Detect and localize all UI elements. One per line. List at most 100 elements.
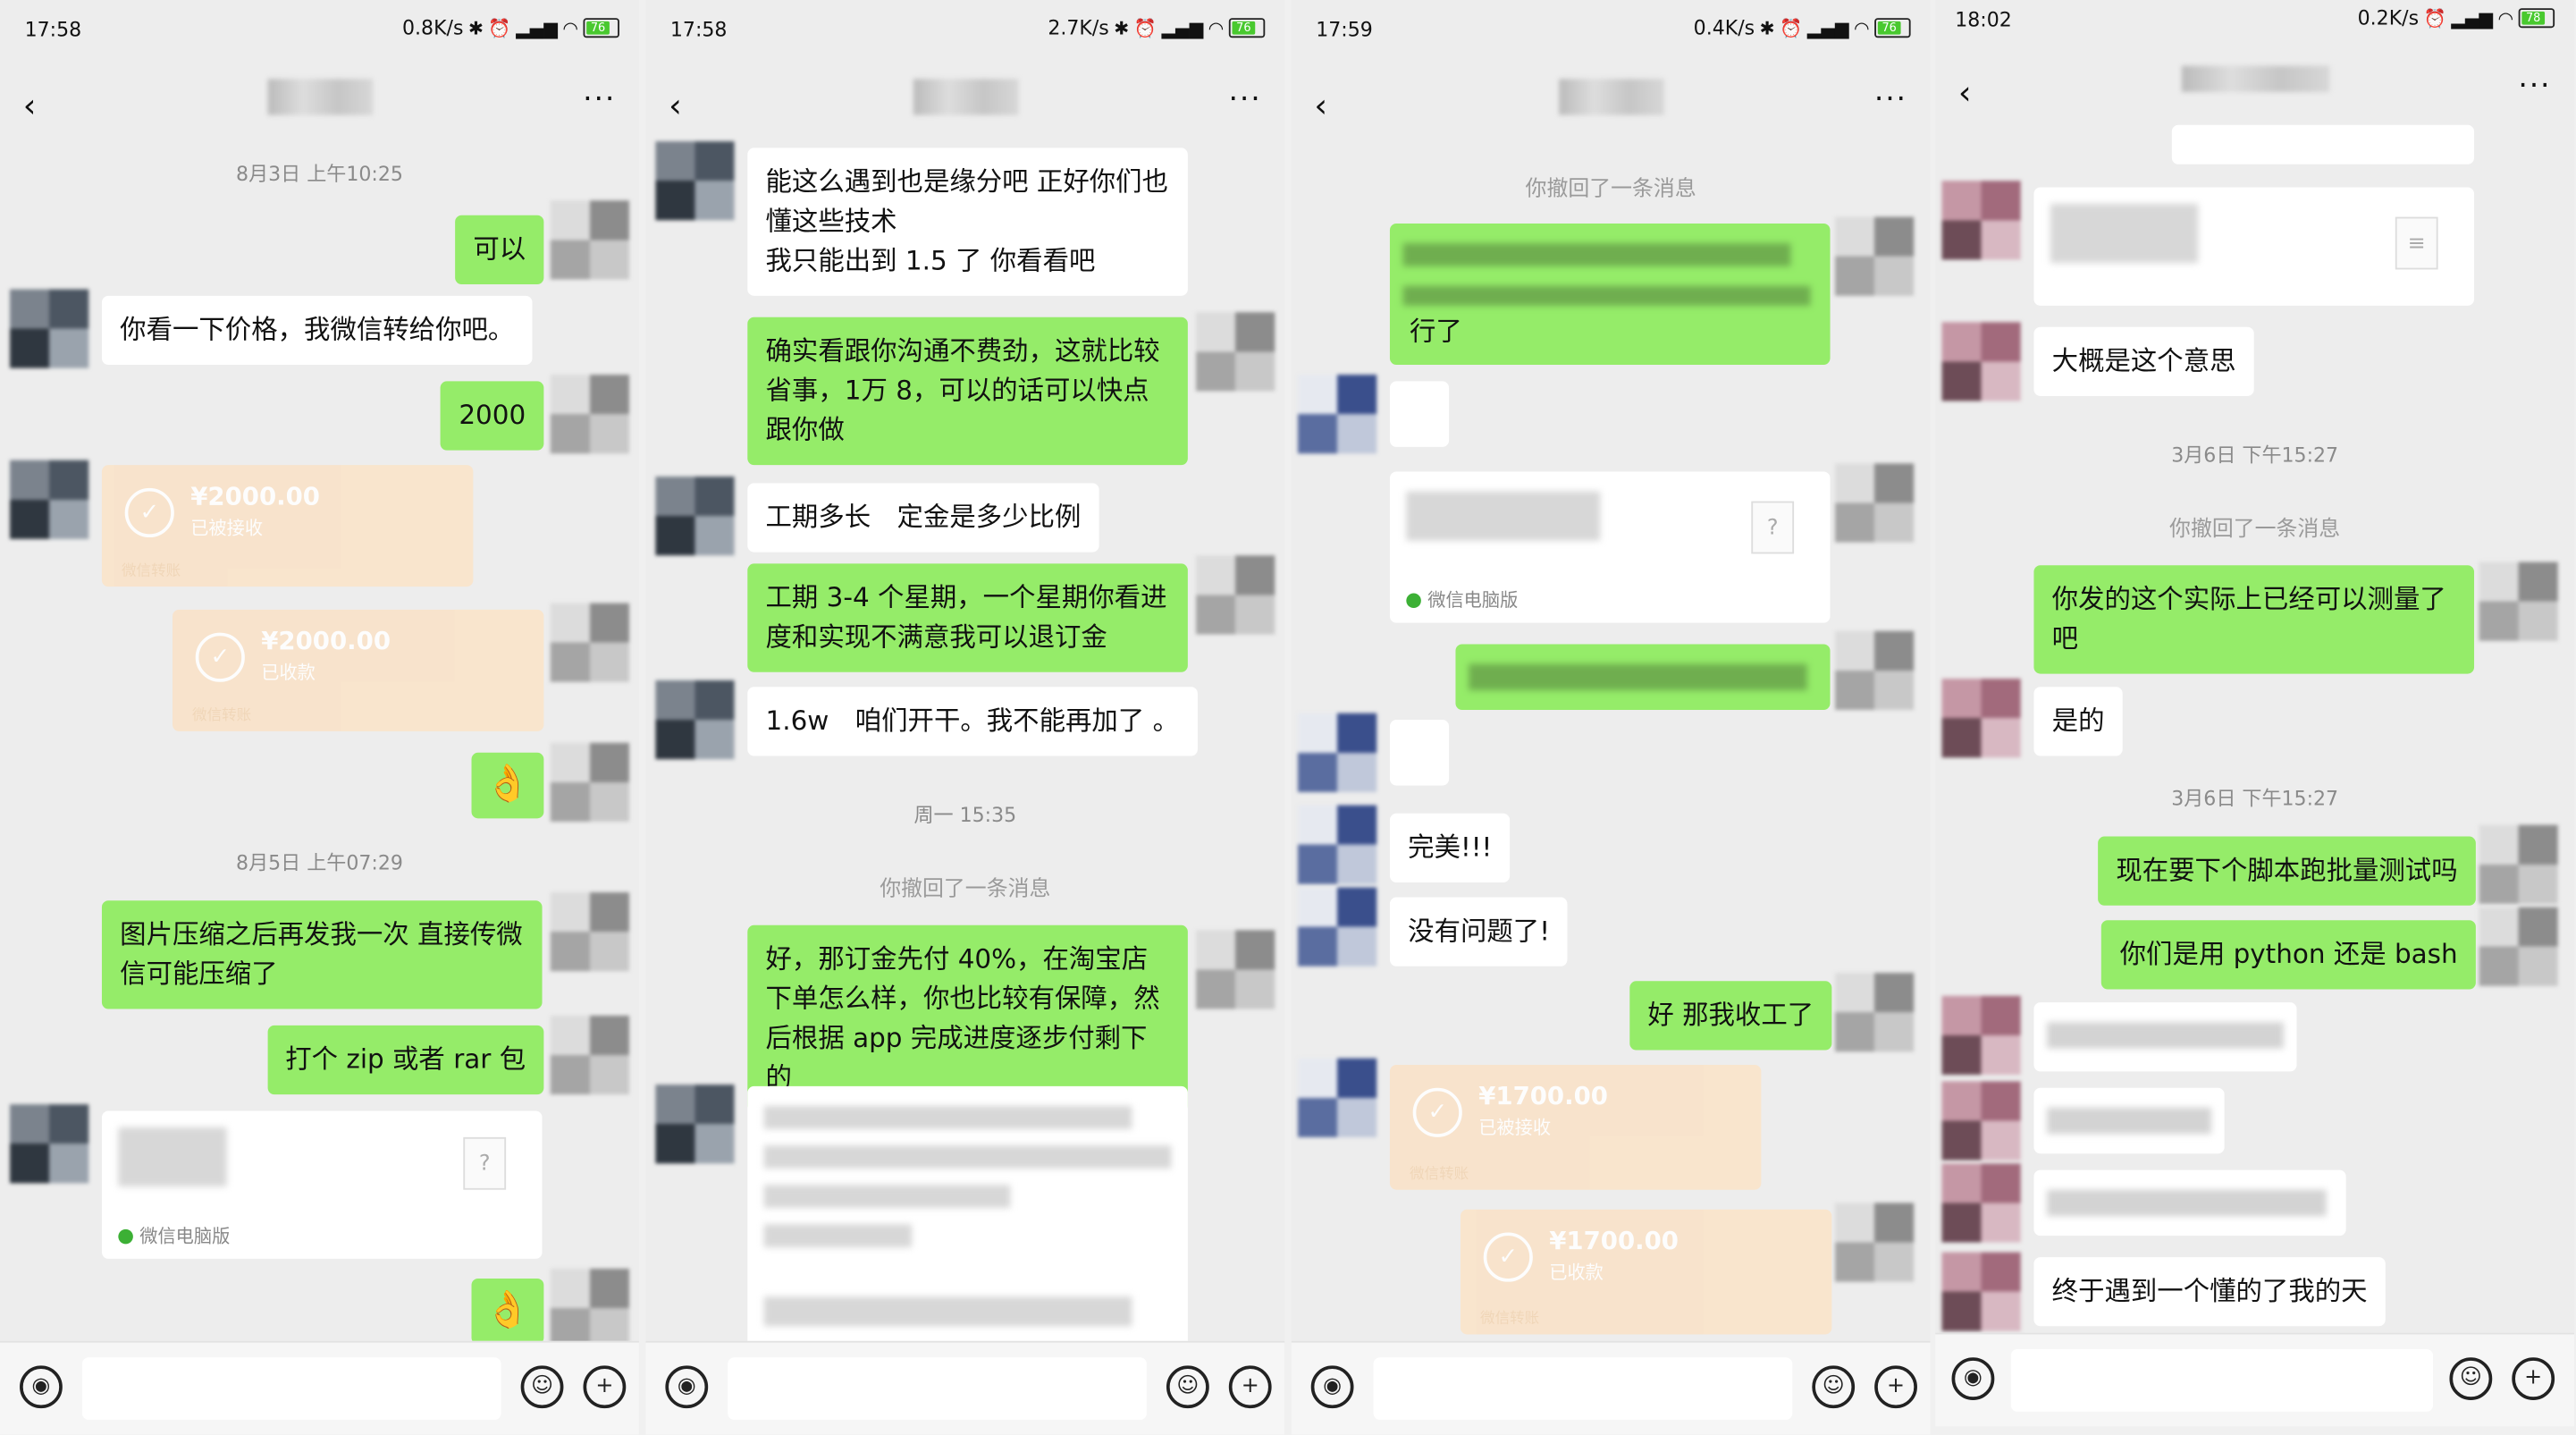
message-bubble-sent[interactable]: 好 那我收工了 <box>1629 981 1832 1051</box>
avatar[interactable] <box>550 1015 629 1095</box>
message-input[interactable] <box>728 1357 1147 1421</box>
file-message[interactable]: ? 微信电脑版 <box>101 1110 543 1259</box>
message-bubble-sent[interactable]: 图片压缩之后再发我一次 直接传微信可能压缩了 <box>101 900 543 1009</box>
message-bubble-received[interactable]: 大概是这个意思 <box>2033 326 2254 396</box>
avatar[interactable] <box>655 680 735 760</box>
avatar[interactable] <box>1196 555 1275 635</box>
avatar[interactable] <box>1835 630 1915 711</box>
avatar[interactable] <box>655 1085 735 1164</box>
message-bubble-sent[interactable]: 打个 zip 或者 rar 包 <box>267 1025 544 1095</box>
avatar[interactable] <box>1941 1081 2021 1161</box>
message-bubble-received[interactable] <box>2033 1169 2346 1237</box>
avatar[interactable] <box>1196 312 1275 392</box>
voice-icon[interactable]: ◉ <box>665 1365 709 1409</box>
message-input[interactable] <box>81 1357 501 1421</box>
avatar[interactable] <box>2479 907 2558 986</box>
avatar[interactable] <box>1941 995 2021 1076</box>
avatar[interactable] <box>1941 322 2021 401</box>
plus-icon[interactable]: + <box>1874 1365 1917 1409</box>
avatar[interactable] <box>1298 805 1377 884</box>
message-bubble-received[interactable] <box>1389 381 1450 447</box>
emoji-icon[interactable]: ☺ <box>520 1365 564 1409</box>
avatar[interactable] <box>1835 973 1915 1052</box>
message-input[interactable] <box>1373 1357 1793 1421</box>
avatar[interactable] <box>10 460 89 539</box>
avatar[interactable] <box>1941 679 2021 758</box>
message-bubble-received[interactable] <box>2033 1087 2225 1154</box>
back-arrow-icon[interactable]: ‹ <box>669 86 682 125</box>
emoji-icon[interactable]: ☺ <box>1812 1365 1856 1409</box>
message-bubble-sent[interactable] <box>1455 644 1831 711</box>
contact-name-blurred <box>266 79 373 115</box>
message-bubble-received[interactable]: 是的 <box>2033 687 2123 756</box>
avatar[interactable] <box>550 1268 629 1348</box>
message-bubble-sent[interactable]: 工期 3-4 个星期，一个星期你看进度和实现不满意我可以退订金 <box>747 563 1188 672</box>
message-bubble-sent[interactable]: 现在要下个脚本跑批量测试吗 <box>2098 836 2476 906</box>
back-arrow-icon[interactable]: ‹ <box>1958 72 1972 112</box>
transfer-card[interactable]: ✓ ¥2000.00 已收款 微信转账 <box>172 609 544 731</box>
plus-icon[interactable]: + <box>1228 1365 1272 1409</box>
avatar[interactable] <box>1941 1163 2021 1243</box>
message-bubble-received[interactable]: 1.6w 咱们开干。我不能再加了 。 <box>747 687 1198 756</box>
avatar[interactable] <box>550 742 629 822</box>
message-bubble-sent[interactable]: 可以 <box>455 215 544 284</box>
avatar[interactable] <box>1835 1203 1915 1282</box>
message-bubble-sent[interactable]: 行了 <box>1389 223 1831 366</box>
more-icon[interactable]: ··· <box>2518 69 2551 104</box>
emoji-icon[interactable]: ☺ <box>2449 1357 2493 1400</box>
transfer-card[interactable]: ✓ ¥1700.00 已被接收 微信转账 <box>1389 1065 1762 1190</box>
avatar[interactable] <box>655 141 735 221</box>
avatar[interactable] <box>550 375 629 454</box>
more-icon[interactable]: ··· <box>583 82 616 117</box>
ok-hand-emoji[interactable]: 👌 <box>471 1278 544 1345</box>
plus-icon[interactable]: + <box>2512 1357 2555 1400</box>
message-bubble-received[interactable]: 工期多长 定金是多少比例 <box>747 483 1099 553</box>
message-bubble-sent[interactable]: 好，那订金先付 40%，在淘宝店下单怎么样，你也比较有保障，然后根据 app 完… <box>747 924 1188 1113</box>
transfer-card[interactable]: ✓ ¥1700.00 已收款 微信转账 <box>1460 1209 1832 1335</box>
voice-icon[interactable]: ◉ <box>1951 1357 1995 1400</box>
emoji-icon[interactable]: ☺ <box>1166 1365 1209 1409</box>
avatar[interactable] <box>10 289 89 368</box>
message-bubble-received[interactable]: 终于遇到一个懂的了我的天 <box>2033 1257 2386 1327</box>
back-arrow-icon[interactable]: ‹ <box>23 86 37 125</box>
voice-icon[interactable]: ◉ <box>20 1365 63 1409</box>
message-bubble-received[interactable] <box>1389 720 1450 786</box>
avatar[interactable] <box>1941 181 2021 260</box>
avatar[interactable] <box>550 200 629 280</box>
more-icon[interactable]: ··· <box>1874 82 1907 117</box>
avatar[interactable] <box>10 1104 89 1184</box>
avatar[interactable] <box>1196 930 1275 1009</box>
avatar[interactable] <box>1835 463 1915 543</box>
avatar[interactable] <box>550 892 629 972</box>
blurred-message[interactable] <box>747 1085 1188 1349</box>
message-bubble-received[interactable]: 没有问题了! <box>1389 897 1569 967</box>
message-bubble-sent[interactable]: 你发的这个实际上已经可以测量了吧 <box>2033 565 2475 674</box>
message-bubble-received[interactable]: 你看一下价格，我微信转给你吧。 <box>101 295 533 366</box>
ok-hand-emoji[interactable]: 👌 <box>471 752 544 819</box>
file-message[interactable]: ≡ <box>2033 187 2475 306</box>
avatar[interactable] <box>2479 561 2558 641</box>
avatar[interactable] <box>1298 713 1377 792</box>
avatar[interactable] <box>1941 1252 2021 1331</box>
file-message[interactable]: ? 微信电脑版 <box>1389 471 1831 623</box>
avatar[interactable] <box>2479 824 2558 904</box>
avatar[interactable] <box>1835 216 1915 296</box>
back-arrow-icon[interactable]: ‹ <box>1314 86 1327 125</box>
message-bubble-sent[interactable]: 2000 <box>441 381 544 451</box>
avatar[interactable] <box>1298 887 1377 967</box>
avatar[interactable] <box>550 603 629 682</box>
more-icon[interactable]: ··· <box>1229 82 1262 117</box>
transfer-card[interactable]: ✓ ¥2000.00 已被接收 微信转账 <box>101 465 474 587</box>
message-input[interactable] <box>2010 1348 2434 1412</box>
avatar[interactable] <box>655 477 735 556</box>
message-bubble-sent[interactable]: 你们是用 python 还是 bash <box>2101 920 2476 990</box>
avatar[interactable] <box>1298 375 1377 454</box>
voice-icon[interactable]: ◉ <box>1310 1365 1354 1409</box>
message-bubble-received[interactable]: 完美!!! <box>1389 813 1511 883</box>
message-bubble-received[interactable] <box>2033 1002 2297 1072</box>
message-bubble-received[interactable]: 能这么遇到也是缘分吧 正好你们也懂这些技术 我只能出到 1.5 了 你看看吧 <box>747 148 1188 296</box>
file-message[interactable] <box>2171 124 2475 165</box>
message-bubble-sent[interactable]: 确实看跟你沟通不费劲，这就比较省事，1万 8，可以的话可以快点跟你做 <box>747 317 1188 466</box>
plus-icon[interactable]: + <box>583 1365 627 1409</box>
avatar[interactable] <box>1298 1058 1377 1137</box>
